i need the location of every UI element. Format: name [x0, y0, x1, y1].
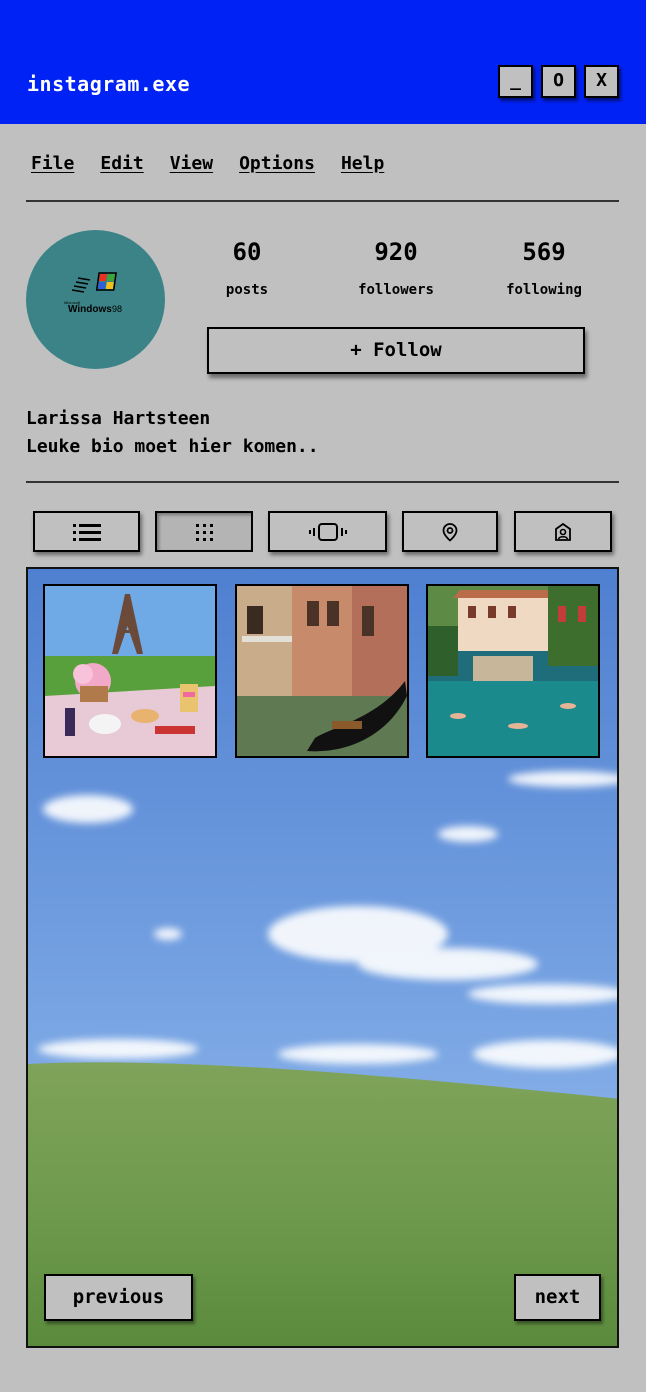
- tab-location[interactable]: [402, 511, 498, 552]
- tagged-icon: [555, 522, 571, 541]
- menu-edit[interactable]: Edit: [100, 153, 143, 174]
- minimize-button[interactable]: _: [498, 65, 533, 98]
- followers-label: followers: [358, 282, 434, 298]
- menu-options[interactable]: Options: [239, 153, 315, 174]
- post-thumbnail[interactable]: [426, 584, 600, 758]
- tab-tagged[interactable]: [514, 511, 612, 552]
- close-button[interactable]: X: [584, 65, 619, 98]
- reels-icon: [308, 522, 347, 541]
- stat-followers[interactable]: 920 followers: [326, 238, 466, 298]
- profile-name: Larissa Hartsteen: [26, 408, 211, 429]
- window-title: instagram.exe: [27, 72, 191, 96]
- title-bar: instagram.exe _ O X: [0, 0, 646, 124]
- picnic-eiffel-photo: [45, 586, 215, 756]
- avatar[interactable]: Microsoft Windows 98: [26, 230, 165, 369]
- svg-text:Windows: Windows: [68, 304, 112, 315]
- maximize-button[interactable]: O: [541, 65, 576, 98]
- menu-file[interactable]: File: [31, 153, 74, 174]
- followers-count: 920: [374, 238, 418, 266]
- grid-icon: [196, 523, 213, 541]
- windows-98-logo-icon: Microsoft Windows 98: [64, 272, 122, 315]
- menu-view[interactable]: View: [170, 153, 213, 174]
- following-count: 569: [522, 238, 566, 266]
- previous-button[interactable]: previous: [44, 1274, 193, 1321]
- tab-reels[interactable]: [268, 511, 387, 552]
- posts-count: 60: [232, 238, 262, 266]
- stat-posts[interactable]: 60 posts: [177, 238, 317, 298]
- divider: [26, 481, 619, 483]
- lake-villa-photo: [428, 586, 598, 756]
- menu-bar: File Edit View Options Help: [31, 153, 384, 174]
- svg-text:98: 98: [112, 304, 122, 314]
- bio-block: Larissa Hartsteen Leuke bio moet hier ko…: [26, 405, 319, 461]
- post-viewer: previous next: [26, 567, 619, 1348]
- following-label: following: [506, 282, 582, 298]
- follow-button[interactable]: + Follow: [207, 327, 585, 374]
- menu-help[interactable]: Help: [341, 153, 384, 174]
- tab-list[interactable]: [33, 511, 140, 552]
- venice-gondola-photo: [237, 586, 407, 756]
- post-thumbnail[interactable]: [43, 584, 217, 758]
- tab-grid[interactable]: [155, 511, 253, 552]
- stat-following[interactable]: 569 following: [474, 238, 614, 298]
- divider: [26, 200, 619, 202]
- posts-label: posts: [225, 282, 269, 298]
- profile-bio: Leuke bio moet hier komen..: [26, 436, 319, 457]
- post-thumbnail[interactable]: [235, 584, 409, 758]
- location-icon: [442, 522, 458, 542]
- list-icon: [72, 523, 101, 541]
- next-button[interactable]: next: [514, 1274, 601, 1321]
